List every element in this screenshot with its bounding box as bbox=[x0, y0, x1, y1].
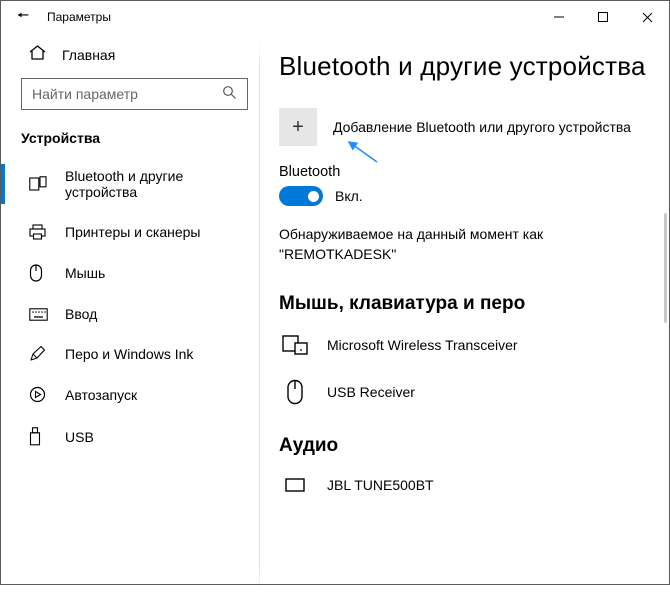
sidebar-item-bluetooth[interactable]: Bluetooth и другие устройства bbox=[1, 156, 260, 212]
bluetooth-label: Bluetooth bbox=[279, 164, 659, 180]
home-label: Главная bbox=[62, 47, 115, 63]
discoverable-text: Обнаруживаемое на данный момент как "REM… bbox=[279, 224, 599, 265]
sidebar-item-mouse[interactable]: Мышь bbox=[1, 252, 260, 294]
device-usb-receiver[interactable]: USB Receiver bbox=[279, 371, 659, 421]
maximize-button[interactable] bbox=[581, 1, 625, 33]
sidebar-item-label: Автозапуск bbox=[65, 387, 137, 403]
search-input[interactable]: Найти параметр bbox=[21, 78, 248, 110]
sidebar-item-label: Перо и Windows Ink bbox=[65, 346, 193, 362]
annotation-arrow-icon bbox=[343, 138, 381, 166]
device-transceiver[interactable]: Microsoft Wireless Transceiver bbox=[279, 327, 659, 371]
titlebar: 🠔 Параметры bbox=[1, 1, 669, 33]
back-button[interactable]: 🠔 bbox=[9, 5, 37, 29]
device-label: Microsoft Wireless Transceiver bbox=[327, 337, 518, 353]
search-placeholder: Найти параметр bbox=[32, 86, 138, 102]
sidebar-item-pen[interactable]: Перо и Windows Ink bbox=[1, 334, 260, 374]
home-link[interactable]: Главная bbox=[1, 33, 260, 72]
autoplay-icon bbox=[29, 386, 47, 403]
search-icon bbox=[222, 85, 237, 103]
device-label: JBL TUNE500BT bbox=[327, 477, 434, 493]
sidebar-item-usb[interactable]: USB bbox=[1, 415, 260, 458]
sidebar-item-autoplay[interactable]: Автозапуск bbox=[1, 374, 260, 415]
devices-icon bbox=[29, 176, 47, 192]
bluetooth-toggle[interactable] bbox=[279, 186, 323, 206]
mouse-device-icon bbox=[281, 379, 309, 405]
sidebar-item-label: Принтеры и сканеры bbox=[65, 224, 200, 240]
transceiver-icon bbox=[281, 335, 309, 355]
usb-icon bbox=[29, 427, 47, 446]
window-title: Параметры bbox=[47, 10, 111, 24]
minimize-button[interactable] bbox=[537, 1, 581, 33]
group-title-audio: Аудио bbox=[279, 435, 659, 457]
scrollbar-thumb[interactable] bbox=[664, 213, 667, 323]
sidebar: Главная Найти параметр Устройства Blueto… bbox=[1, 33, 261, 584]
keyboard-icon bbox=[29, 308, 47, 321]
sidebar-item-label: Bluetooth и другие устройства bbox=[65, 168, 252, 200]
sidebar-item-label: Ввод bbox=[65, 306, 97, 322]
bluetooth-toggle-state: Вкл. bbox=[335, 188, 363, 204]
home-icon bbox=[29, 45, 46, 64]
sidebar-item-label: USB bbox=[65, 429, 94, 445]
pen-icon bbox=[29, 346, 47, 362]
add-device-label[interactable]: Добавление Bluetooth или другого устройс… bbox=[333, 119, 631, 135]
sidebar-item-typing[interactable]: Ввод bbox=[1, 294, 260, 334]
device-jbl[interactable]: JBL TUNE500BT bbox=[279, 469, 659, 493]
sidebar-item-printers[interactable]: Принтеры и сканеры bbox=[1, 212, 260, 252]
plus-icon: + bbox=[292, 116, 304, 139]
page-title: Bluetooth и другие устройства bbox=[279, 51, 659, 82]
printer-icon bbox=[29, 224, 47, 240]
add-device-button[interactable]: + bbox=[279, 108, 317, 146]
mouse-icon bbox=[29, 264, 47, 282]
group-title-mouse: Мышь, клавиатура и перо bbox=[279, 293, 659, 315]
device-label: USB Receiver bbox=[327, 384, 415, 400]
sidebar-section-title: Устройства bbox=[1, 120, 260, 156]
main-panel: Bluetooth и другие устройства + Добавлен… bbox=[261, 33, 669, 584]
sidebar-item-label: Мышь bbox=[65, 265, 105, 281]
audio-device-icon bbox=[281, 478, 309, 492]
close-button[interactable] bbox=[625, 1, 669, 33]
